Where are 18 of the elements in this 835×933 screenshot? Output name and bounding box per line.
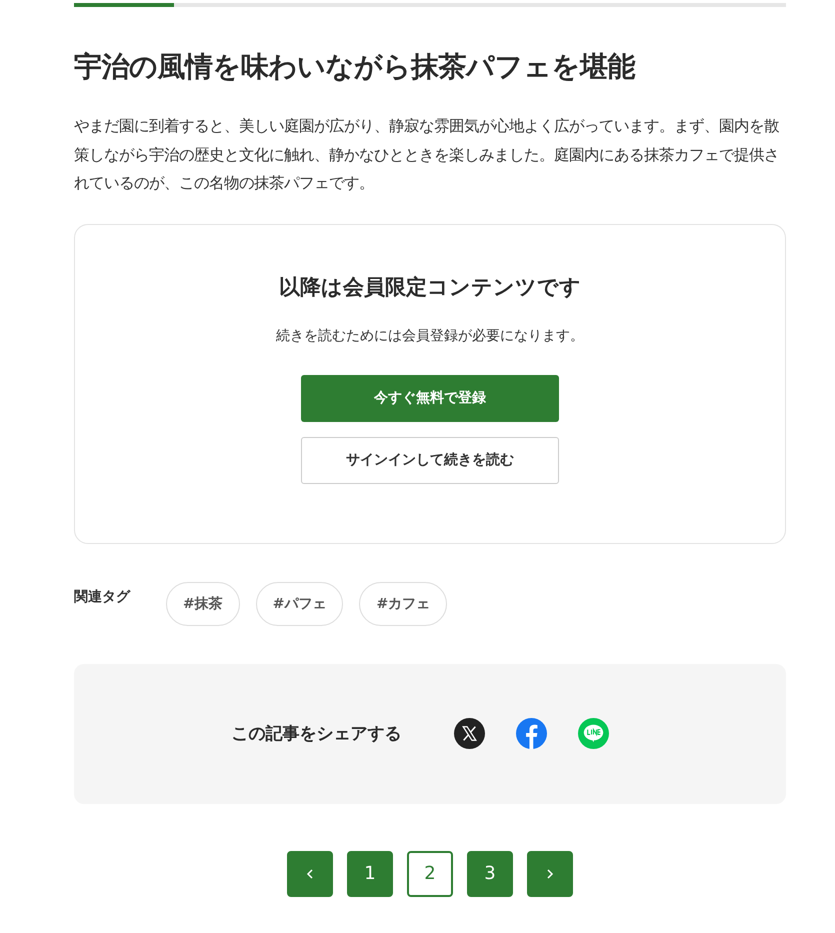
x-share-icon[interactable]	[454, 718, 484, 749]
share-label: この記事をシェアする	[232, 723, 402, 745]
tags-label: 関連タグ	[74, 588, 132, 606]
page-button[interactable]: 2	[407, 850, 453, 896]
page-button[interactable]: 1	[347, 850, 393, 896]
paywall-message: 続きを読むためには会員登録が必要になります。	[276, 326, 584, 344]
article-paragraph: やまだ園に到着すると、美しい庭園が広がり、静寂な雰囲気が心地よく広がっています。まず、園内を散策しながら宇治の歴史と文化に触れ、静かなひとときを楽しみました。庭園内にある抹茶カフェで提供されているのが、この名物の抹茶パフェです。	[74, 116, 780, 194]
tag-chip[interactable]: #パフェ	[256, 582, 344, 626]
facebook-share-icon[interactable]	[516, 718, 546, 749]
next-page-button[interactable]	[527, 850, 573, 896]
article-title: 宇治の風情を味わいながら抹茶パフェを堪能	[74, 49, 636, 85]
paywall-heading: 以降は会員限定コンテンツです	[279, 274, 581, 300]
tag-chip[interactable]: #カフェ	[359, 582, 448, 626]
page-button[interactable]: 3	[467, 850, 513, 896]
register-button[interactable]: 今すぐ無料で登録	[301, 374, 559, 422]
sign-in-button[interactable]: サインインして続きを読む	[301, 436, 559, 484]
tag-chip[interactable]: #抹茶	[166, 582, 240, 626]
previous-page-button[interactable]	[287, 850, 333, 896]
